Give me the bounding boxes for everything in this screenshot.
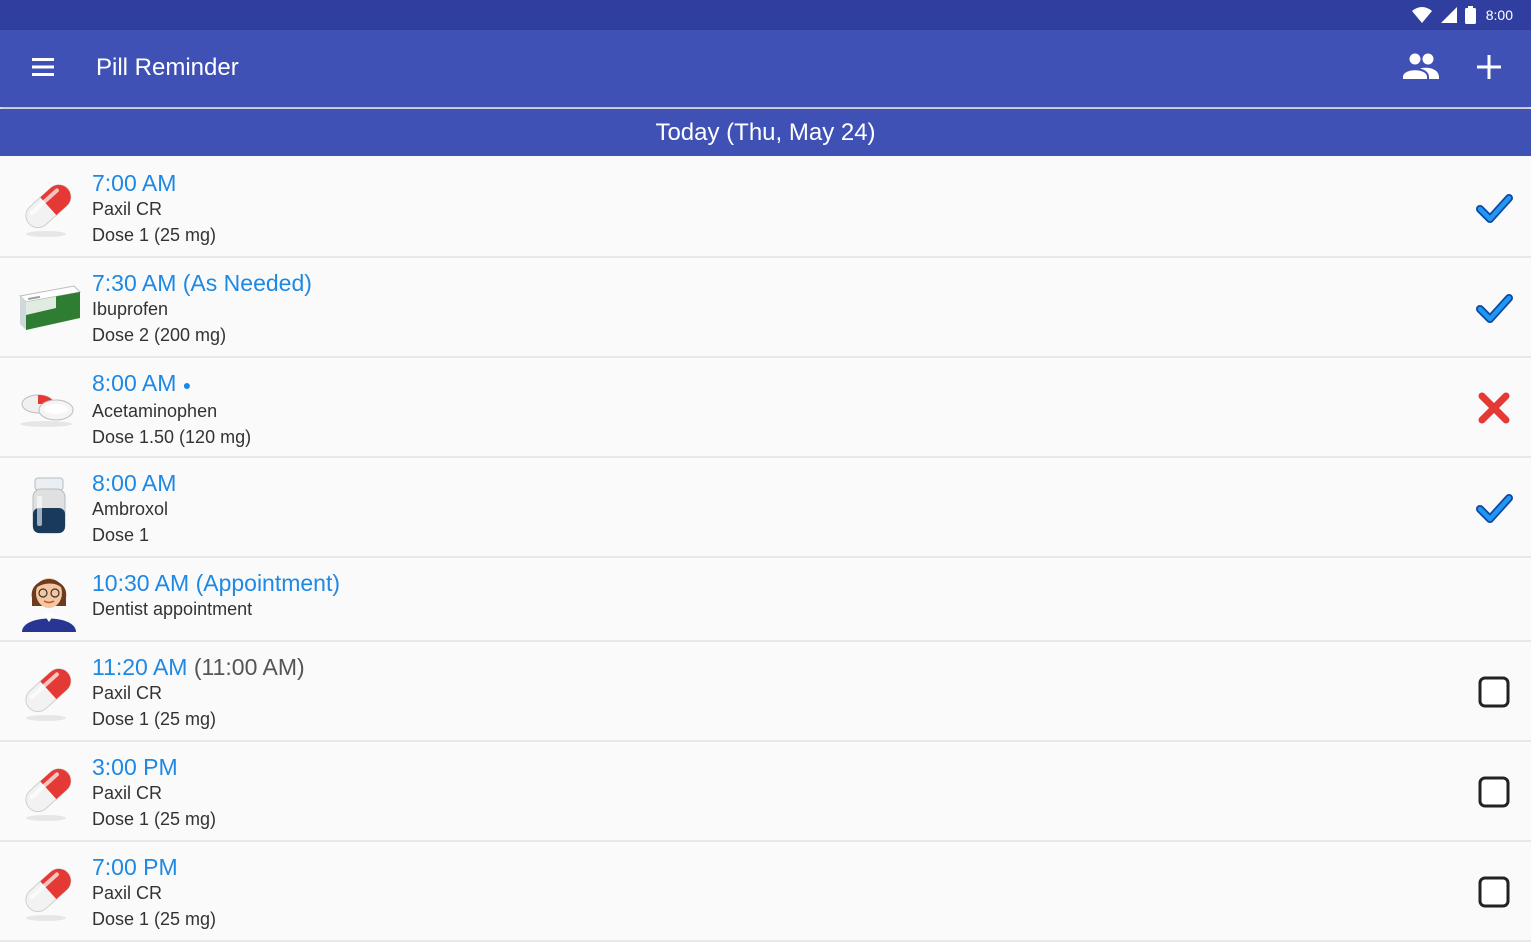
reminder-time: 7:00 PM bbox=[92, 854, 178, 880]
reminder-text: 10:30 AM (Appointment) Dentist appointme… bbox=[92, 570, 340, 622]
dose-info: Dose 2 (200 mg) bbox=[92, 325, 227, 345]
pending-checkbox[interactable] bbox=[1474, 772, 1514, 812]
people-icon[interactable] bbox=[1402, 50, 1440, 84]
reminder-row[interactable]: 11:20 AM (11:00 AM) Paxil CR Dose 1 (25 … bbox=[0, 642, 1531, 742]
medication-name: Acetaminophen bbox=[92, 400, 218, 421]
add-icon[interactable] bbox=[1474, 52, 1504, 82]
reminder-text: 8:00 AM Ambroxol Dose 1 bbox=[92, 470, 176, 548]
dose-info: Dose 1 (25 mg) bbox=[92, 225, 217, 245]
reminder-row[interactable]: 10:30 AM (Appointment) Dentist appointme… bbox=[0, 558, 1531, 642]
reminder-row[interactable]: 7:00 AM Paxil CR Dose 1 (25 mg) bbox=[0, 158, 1531, 258]
wifi-icon bbox=[1411, 7, 1432, 23]
app-title: Pill Reminder bbox=[96, 54, 239, 81]
reminder-list: 7:00 AM Paxil CR Dose 1 (25 mg) 7:30 AM … bbox=[0, 158, 1531, 942]
taken-check-icon[interactable] bbox=[1474, 488, 1514, 528]
reminder-time: 3:00 PM bbox=[92, 754, 178, 780]
reminder-time: 10:30 AM (Appointment) bbox=[92, 570, 341, 596]
dose-info: Dose 1 (25 mg) bbox=[92, 809, 217, 829]
medicine-bottle-icon bbox=[32, 477, 66, 534]
missed-x-icon[interactable] bbox=[1474, 388, 1514, 428]
cell-signal-icon bbox=[1440, 7, 1457, 23]
status-bar: 8:00 bbox=[0, 0, 1531, 30]
reminder-row[interactable]: 7:30 AM (As Needed) Ibuprofen Dose 2 (20… bbox=[0, 258, 1531, 358]
dose-info: Dose 1 bbox=[92, 525, 150, 545]
reminder-text: 7:00 PM Paxil CR Dose 1 (25 mg) bbox=[92, 854, 216, 932]
dose-info: Dose 1 (25 mg) bbox=[92, 709, 217, 729]
reminder-row[interactable]: 7:00 PM Paxil CR Dose 1 (25 mg) bbox=[0, 842, 1531, 942]
dose-info: Dose 1 (25 mg) bbox=[92, 909, 217, 929]
tablets-icon bbox=[20, 394, 74, 427]
appointment-name: Dentist appointment bbox=[92, 599, 253, 619]
taken-check-icon[interactable] bbox=[1474, 188, 1514, 228]
status-icons: 8:00 bbox=[1411, 5, 1513, 25]
medication-name: Ibuprofen bbox=[92, 299, 169, 319]
battery-icon bbox=[1464, 6, 1476, 24]
original-time: (11:00 AM) bbox=[193, 654, 305, 680]
status-time: 8:00 bbox=[1485, 7, 1513, 23]
pill-capsule-icon bbox=[20, 763, 77, 822]
date-header: Today (Thu, May 24) bbox=[0, 109, 1531, 156]
taken-check-icon[interactable] bbox=[1474, 288, 1514, 328]
reminder-text: 11:20 AM (11:00 AM) Paxil CR Dose 1 (25 … bbox=[92, 654, 305, 732]
pill-capsule-icon bbox=[20, 179, 77, 238]
reminder-time: 7:30 AM (As Needed) bbox=[92, 270, 312, 296]
medication-name: Paxil CR bbox=[92, 783, 163, 803]
medication-name: Paxil CR bbox=[92, 199, 163, 219]
pill-capsule-icon bbox=[20, 663, 77, 722]
note-dot-icon: ● bbox=[182, 376, 192, 393]
reminder-text: 7:00 AM Paxil CR Dose 1 (25 mg) bbox=[92, 170, 216, 248]
reminder-time-value: 8:00 AM bbox=[92, 370, 177, 396]
pending-checkbox[interactable] bbox=[1474, 872, 1514, 912]
reminder-row[interactable]: 8:00 AM Ambroxol Dose 1 bbox=[0, 458, 1531, 558]
app-bar: Pill Reminder bbox=[0, 30, 1531, 107]
reminder-time: 8:00 AM bbox=[92, 470, 177, 496]
reminder-time: 7:00 AM bbox=[92, 170, 177, 196]
menu-icon[interactable] bbox=[30, 56, 56, 78]
reminder-time: 11:20 AM (11:00 AM) bbox=[92, 654, 305, 680]
medication-name: Paxil CR bbox=[92, 883, 163, 903]
medication-name: Paxil CR bbox=[92, 683, 163, 703]
dose-info: Dose 1.50 (120 mg) bbox=[92, 426, 252, 447]
medication-name: Ambroxol bbox=[92, 499, 169, 519]
pending-checkbox[interactable] bbox=[1474, 672, 1514, 712]
doctor-avatar-icon bbox=[22, 578, 76, 632]
reminder-text: 3:00 PM Paxil CR Dose 1 (25 mg) bbox=[92, 754, 216, 832]
reminder-text: 7:30 AM (As Needed) Ibuprofen Dose 2 (20… bbox=[92, 270, 312, 348]
reminder-row[interactable]: 8:00 AM ● Acetaminophen Dose 1.50 (120 m… bbox=[0, 358, 1531, 458]
reminder-row[interactable]: 3:00 PM Paxil CR Dose 1 (25 mg) bbox=[0, 742, 1531, 842]
reminder-time: 8:00 AM ● bbox=[92, 370, 251, 398]
medicine-box-icon bbox=[18, 285, 82, 330]
pill-capsule-icon bbox=[20, 863, 77, 922]
reminder-text: 8:00 AM ● Acetaminophen Dose 1.50 (120 m… bbox=[92, 370, 251, 450]
reminder-time-value: 11:20 AM bbox=[92, 654, 188, 680]
